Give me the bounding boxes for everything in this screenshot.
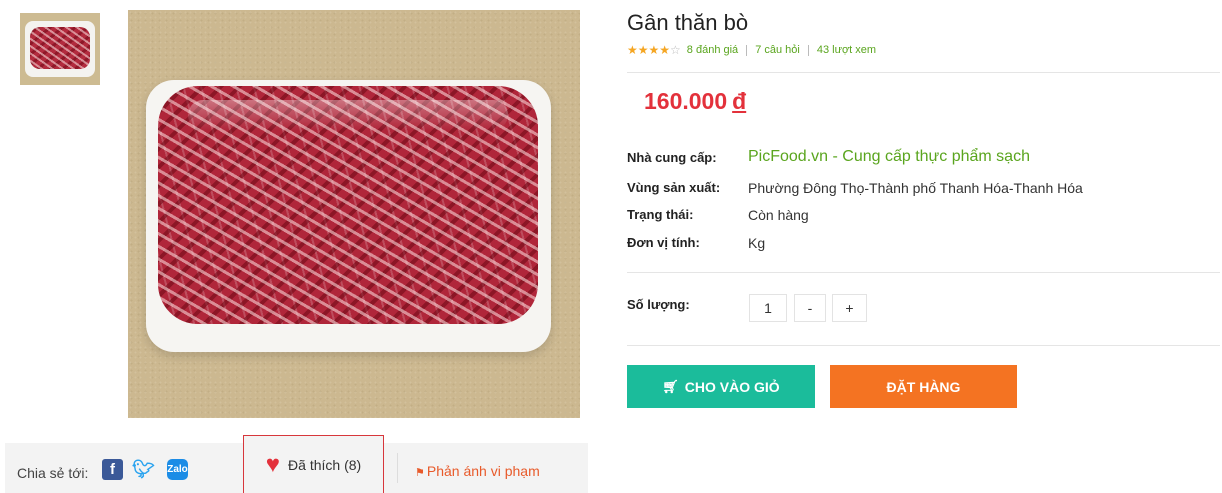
add-to-cart-label: CHO VÀO GIỎ: [684, 378, 780, 395]
order-button[interactable]: ĐẶT HÀNG: [830, 365, 1017, 408]
product-meta: ★★★★☆ 8 đánh giá 7 câu hỏi 43 lượt xem: [627, 43, 876, 57]
views-count: 43 lượt xem: [816, 44, 877, 56]
zalo-icon[interactable]: Zalo: [167, 459, 188, 480]
questions-link[interactable]: 7 câu hỏi: [755, 44, 800, 56]
share-divider: [397, 453, 398, 483]
detail-key: Trạng thái:: [627, 207, 694, 222]
image-wrap-gloss: [188, 100, 508, 130]
supplier-link[interactable]: PicFood.vn - Cung cấp thực phẩm sạch: [748, 148, 1030, 166]
reviews-link[interactable]: 8 đánh giá: [687, 44, 738, 56]
quantity-decrease-button[interactable]: -: [794, 294, 826, 322]
cart-icon: 🛒︎: [662, 378, 679, 394]
detail-key: Vùng sản xuất:: [627, 180, 721, 195]
order-label: ĐẶT HÀNG: [886, 378, 961, 395]
product-price: 160.000 đ: [644, 88, 746, 115]
quantity-label: Số lượng:: [627, 297, 690, 312]
share-label: Chia sẻ tới:: [17, 465, 89, 481]
rating-stars[interactable]: ★★★★☆: [627, 43, 681, 57]
meta-separator: [807, 44, 809, 56]
heart-icon: ♥: [265, 450, 281, 478]
product-thumbnail[interactable]: [20, 13, 100, 85]
detail-value: Phường Đông Thọ-Thành phố Thanh Hóa-Than…: [748, 180, 1083, 196]
divider: [627, 72, 1220, 73]
twitter-icon[interactable]: 🐦︎: [132, 459, 155, 480]
like-button[interactable]: ♥ Đã thích (8): [243, 435, 384, 493]
detail-value: Kg: [748, 235, 766, 251]
report-label: Phản ánh vi phạm: [426, 463, 540, 479]
add-to-cart-button[interactable]: 🛒︎ CHO VÀO GIỎ: [627, 365, 815, 408]
divider: [627, 272, 1220, 273]
share-bar: Chia sẻ tới: f 🐦︎ Zalo ♥ Đã thích (8) ⚑ P…: [5, 435, 588, 493]
product-main-image[interactable]: [128, 10, 580, 418]
divider: [627, 345, 1220, 346]
report-link[interactable]: ⚑ Phản ánh vi phạm: [415, 463, 540, 479]
price-value: 160.000: [644, 88, 728, 114]
facebook-icon[interactable]: f: [102, 459, 123, 480]
like-label: Đã thích (8): [288, 456, 362, 473]
detail-value: Còn hàng: [748, 207, 809, 223]
detail-key: Đơn vị tính:: [627, 235, 700, 250]
quantity-input[interactable]: 1: [749, 294, 787, 322]
product-title: Gân thăn bò: [627, 10, 749, 35]
price-currency: đ: [732, 88, 747, 114]
meta-separator: [746, 44, 748, 56]
thumbnail-meat: [30, 27, 90, 69]
flag-icon: ⚑: [415, 467, 425, 479]
quantity-increase-button[interactable]: +: [832, 294, 867, 322]
detail-key: Nhà cung cấp:: [627, 150, 717, 165]
